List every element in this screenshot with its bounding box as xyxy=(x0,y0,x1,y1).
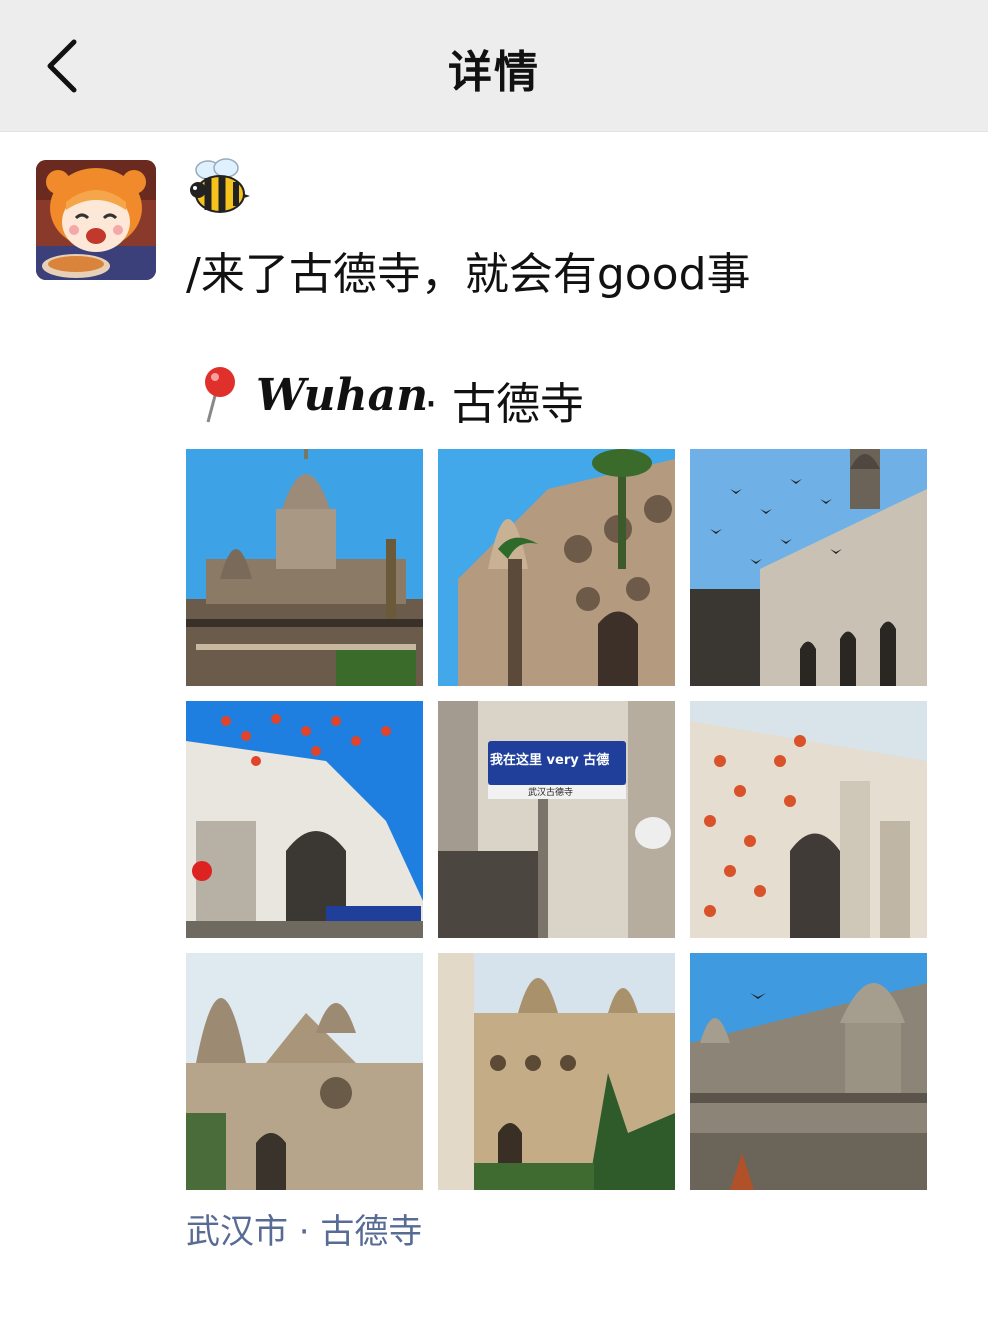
photo-4[interactable] xyxy=(186,701,423,938)
location-link[interactable]: 武汉市 · 古德寺 xyxy=(186,1204,422,1253)
post-text: /来了古德寺，就会有good事 xyxy=(186,249,751,300)
photo-9[interactable] xyxy=(690,953,927,1190)
photo-2[interactable] xyxy=(438,449,675,686)
round-pushpin-emoji xyxy=(205,367,235,423)
photo-7[interactable] xyxy=(186,953,423,1190)
photo-3[interactable] xyxy=(690,449,927,686)
sign-subtext: 武汉古德寺 xyxy=(528,788,574,798)
anime-girl-avatar xyxy=(36,160,156,280)
photo-6[interactable] xyxy=(690,701,927,938)
photo-8[interactable] xyxy=(438,953,675,1190)
location-city: Wuhan xyxy=(256,370,429,421)
bee-emoji xyxy=(190,158,250,213)
sign-text: 我在这里 very 古德 xyxy=(490,753,610,768)
avatar[interactable] xyxy=(36,160,156,280)
nav-bar: 详情 xyxy=(0,0,988,132)
photo-5[interactable]: 我在这里 very 古德 武汉古德寺 xyxy=(438,701,675,938)
photo-1[interactable] xyxy=(186,449,423,686)
photo-grid: 我在这里 very 古德 武汉古德寺 xyxy=(186,449,927,1190)
location-place: · 古德寺 xyxy=(424,379,584,430)
user-name[interactable] xyxy=(186,156,252,222)
page-title: 详情 xyxy=(448,47,540,98)
